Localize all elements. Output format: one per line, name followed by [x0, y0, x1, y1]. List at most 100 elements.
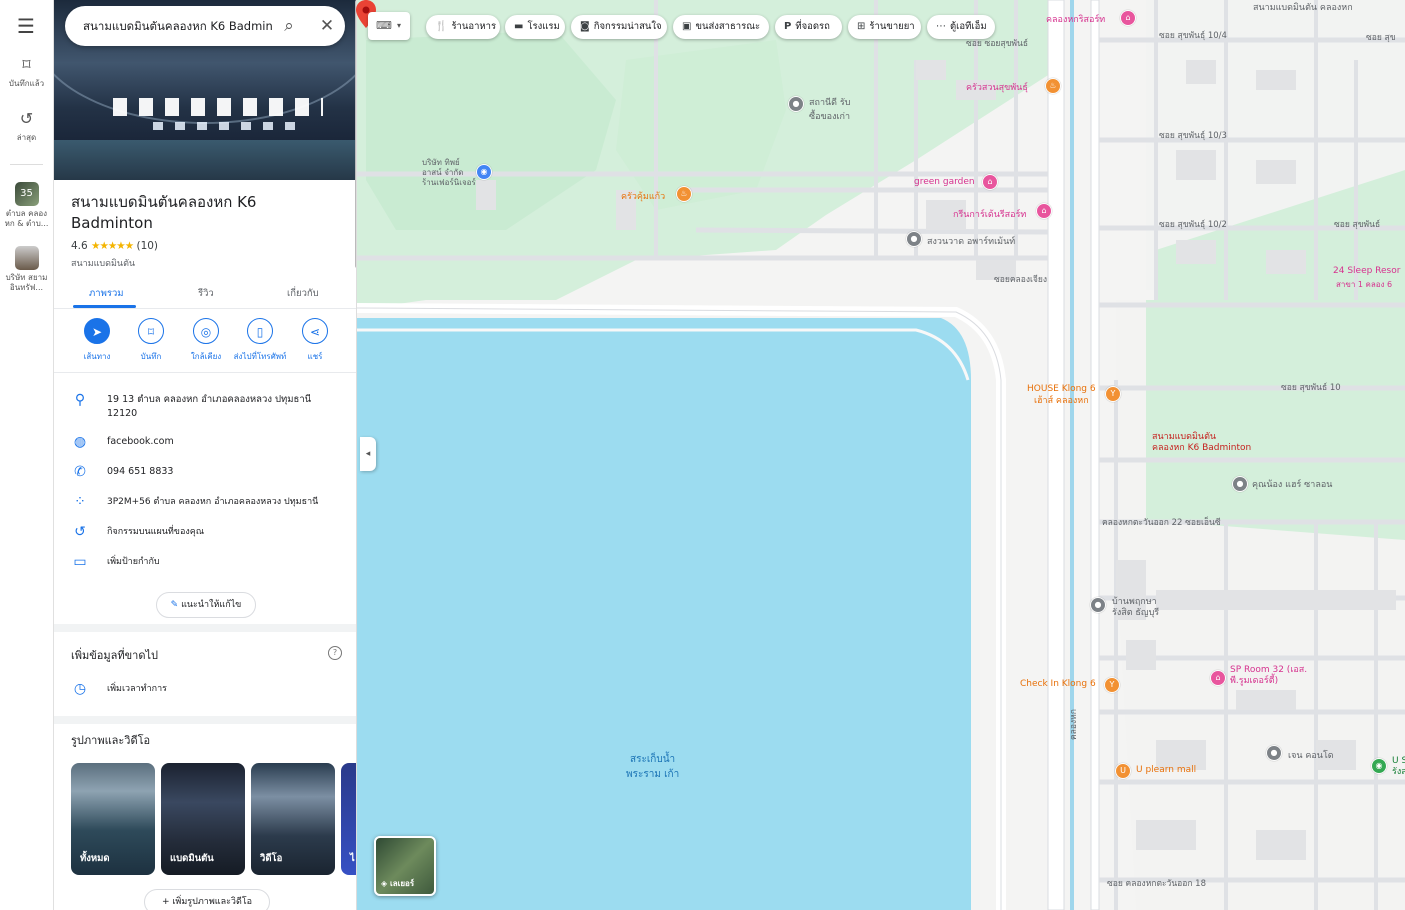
- phone-row[interactable]: ✆ 094 651 8833: [53, 464, 356, 482]
- map-label-sleep-resort-branch[interactable]: สาขา 1 คลอง 6: [1336, 278, 1392, 291]
- bar-pin-icon[interactable]: Y: [1105, 386, 1121, 402]
- activity-row[interactable]: ↺ กิจกรรมบนแผนที่ของคุณ: [53, 524, 356, 542]
- recent-button[interactable]: ↺ ล่าสุด: [0, 110, 53, 144]
- lodging-pin-icon[interactable]: ⌂: [982, 174, 998, 190]
- photo-label: วิดีโอ: [260, 853, 283, 864]
- map-label-chen-condo[interactable]: เจน คอนโด: [1288, 748, 1334, 762]
- collapse-panel-button[interactable]: ◂: [360, 437, 376, 471]
- shop-pin-icon[interactable]: ◉: [1371, 758, 1387, 774]
- road-label: ซอยคลองเจียง: [994, 275, 1048, 285]
- hero-lights: [113, 98, 323, 116]
- condo-pin-icon[interactable]: ●: [1266, 745, 1282, 761]
- lodging-pin-icon[interactable]: ⌂: [1210, 670, 1226, 686]
- place-category[interactable]: สนามแบดมินตัน: [71, 256, 135, 270]
- recent-item-1[interactable]: 35 ตำบล คลอง หก & ตำบ...: [0, 182, 53, 229]
- chip-label: กิจกรรมน่าสนใจ: [593, 21, 662, 32]
- chip-restaurants[interactable]: 🍴 ร้านอาหาร: [426, 15, 500, 39]
- map-label-sp-room[interactable]: SP Room 32 (เอส. พี.รูมเดอร์ตี้): [1230, 665, 1307, 687]
- lake-label[interactable]: สระเก็บน้ำ พระราม เก้า: [626, 752, 679, 782]
- shop-pin-icon[interactable]: ◉: [476, 164, 492, 180]
- action-buttons: ➤ เส้นทาง ⌑ บันทึก ◎ ใกล้เคียง ▯ ส่งไปที…: [53, 318, 356, 370]
- activity-text: กิจกรรมบนแผนที่ของคุณ: [107, 527, 205, 537]
- restaurant-pin-icon[interactable]: ♨: [1045, 78, 1061, 94]
- recent-item-2[interactable]: บริษัท สยาม อินทรัฟ...: [0, 246, 53, 293]
- history-icon: ↺: [74, 524, 86, 540]
- map-label-songwat[interactable]: สงวนวาด อพาร์ทเม้นท์: [927, 234, 1015, 248]
- chip-transit[interactable]: ▣ ขนส่งสาธารณะ: [673, 15, 769, 39]
- chip-hotels[interactable]: ▬ โรงแรม: [505, 15, 565, 39]
- close-icon[interactable]: ✕: [316, 15, 338, 37]
- shopping-pin-icon[interactable]: U: [1115, 763, 1131, 779]
- saved-button[interactable]: ⌑ บันทึกแล้ว: [0, 56, 53, 90]
- map-canvas[interactable]: สระเก็บน้ำ พระราม เก้า คลองหกริสอร์ท ⌂ ซ…: [356, 0, 1405, 910]
- recent-item-thumbnail: 35: [14, 182, 39, 206]
- send-to-phone-button[interactable]: ▯ ส่งไปที่โทรศัพท์: [230, 318, 290, 363]
- save-label: บันทึก: [140, 352, 162, 361]
- road-label: คลองหกตะวันออก 22 ซอยเอ็นซี: [1102, 518, 1221, 528]
- directions-button[interactable]: ➤ เส้นทาง: [67, 318, 127, 363]
- rating-row[interactable]: 4.6 ★★★★★ (10): [71, 240, 158, 252]
- map-label-green-resort[interactable]: กรีนการ์เด้นรีสอร์ท: [953, 207, 1026, 221]
- tab-about[interactable]: เกี่ยวกับ: [287, 286, 319, 301]
- website-row[interactable]: ◍ facebook.com: [53, 434, 356, 452]
- map-label-klong-resort[interactable]: คลองหกริสอร์ท: [1046, 12, 1105, 26]
- photo-all[interactable]: ทั้งหมด: [71, 763, 155, 875]
- bar-pin-icon[interactable]: Y: [1104, 677, 1120, 693]
- chip-atms[interactable]: ⋯ ตู้เอทีเอ็ม: [927, 15, 995, 39]
- menu-icon[interactable]: ☰: [15, 16, 37, 36]
- fork-knife-icon: 🍴: [435, 21, 448, 32]
- photo-badminton[interactable]: แบดมินตัน: [161, 763, 245, 875]
- section-divider: [53, 624, 356, 632]
- input-tools-button[interactable]: ⌨ ▾: [368, 12, 410, 40]
- add-photo-button[interactable]: + เพิ่มรูปภาพและวิดีโอ: [144, 889, 270, 910]
- road-label: ซอย สุขพันธ์: [1334, 220, 1381, 230]
- chip-things-to-do[interactable]: ◙ กิจกรรมน่าสนใจ: [571, 15, 667, 39]
- restaurant-pin-icon[interactable]: ♨: [676, 186, 692, 202]
- lodging-pin-icon[interactable]: ⌂: [1036, 203, 1052, 219]
- save-button[interactable]: ⌑ บันทึก: [121, 318, 181, 363]
- lodging-pin-icon[interactable]: ⌂: [1120, 10, 1136, 26]
- add-hours-row[interactable]: ◷ เพิ่มเวลาทำการ: [53, 681, 356, 699]
- map-label-house-klong6[interactable]: HOUSE Klong 6 เฮ้าส์ คลองหก: [1027, 383, 1096, 407]
- photo-more[interactable]: ไ: [341, 763, 356, 875]
- place-pin-icon[interactable]: ●: [1090, 597, 1106, 613]
- map-label-krua-khum[interactable]: ครัวคุ้มแก้ว: [621, 189, 665, 203]
- map-label-krua-suan[interactable]: ครัวสวนสุขพันธุ์: [966, 80, 1028, 94]
- layers-button[interactable]: ◈ เลเยอร์: [374, 836, 436, 896]
- selected-place-label[interactable]: สนามแบดมินตัน คลองหก K6 Badminton: [1152, 432, 1251, 454]
- map-label-company[interactable]: บริษัท ทิพย์ อาสน์ จำกัด ร้านเฟอร์นิเจอร…: [422, 158, 476, 188]
- search-input[interactable]: [81, 16, 275, 38]
- tab-overview[interactable]: ภาพรวม: [89, 286, 124, 301]
- map-label-green-garden[interactable]: green garden: [914, 177, 975, 187]
- map-label-top-right[interactable]: สนามแบดมินตัน คลองหก: [1253, 0, 1353, 14]
- nearby-button[interactable]: ◎ ใกล้เคียง: [176, 318, 236, 363]
- apartment-pin-icon[interactable]: ●: [906, 231, 922, 247]
- map-label-sathani[interactable]: สถานีดี รับ ซื้อของเก่า: [809, 95, 850, 123]
- map-label-khun-nong[interactable]: คุณน้อง แฮร์ ซาลอน: [1252, 477, 1332, 491]
- help-icon[interactable]: ?: [328, 646, 342, 660]
- map-label-ban-phruksa[interactable]: บ้านพฤกษา รังสิต ธัญบุรี: [1112, 597, 1159, 619]
- map-label-u-plearn[interactable]: U plearn mall: [1136, 765, 1196, 775]
- map-label-u-right[interactable]: U S รังส: [1392, 756, 1405, 778]
- chip-parking[interactable]: P ที่จอดรถ: [775, 15, 842, 39]
- photos-title: รูปภาพและวิดีโอ: [71, 734, 151, 747]
- suggest-edit-button[interactable]: ✎ แนะนำให้แก้ไข: [156, 592, 256, 618]
- bookmark-icon: ⌑: [22, 55, 31, 74]
- tab-reviews[interactable]: รีวิว: [198, 286, 214, 301]
- panel-scrollbar[interactable]: [355, 0, 356, 268]
- search-icon[interactable]: ⌕: [278, 15, 300, 37]
- plus-code-row[interactable]: ⁘ 3P2M+56 ตำบล คลองหก อำเภอคลองหลวง ปทุม…: [53, 494, 356, 512]
- share-button[interactable]: ⋖ แชร์: [285, 318, 345, 363]
- photo-video[interactable]: วิดีโอ: [251, 763, 335, 875]
- address-row[interactable]: ⚲ 19 13 ตำบล คลองหก อำเภอคลองหลวง ปทุมธา…: [53, 392, 356, 422]
- chip-pharmacies[interactable]: ⊞ ร้านขายยา: [848, 15, 921, 39]
- salon-pin-icon[interactable]: ●: [1232, 476, 1248, 492]
- plus-code-text: 3P2M+56 ตำบล คลองหก อำเภอคลองหลวง ปทุมธา…: [107, 497, 319, 507]
- map-label-check-in[interactable]: Check In Klong 6: [1020, 679, 1096, 689]
- recent-label: ล่าสุด: [16, 133, 37, 142]
- review-count[interactable]: (10): [136, 240, 158, 252]
- map-label-sleep-resort[interactable]: 24 Sleep Resor: [1333, 266, 1400, 276]
- label-row[interactable]: ▭ เพิ่มป้ายกำกับ: [53, 554, 356, 572]
- shop-pin-icon[interactable]: ●: [788, 96, 804, 112]
- pharmacy-icon: ⊞: [857, 21, 866, 32]
